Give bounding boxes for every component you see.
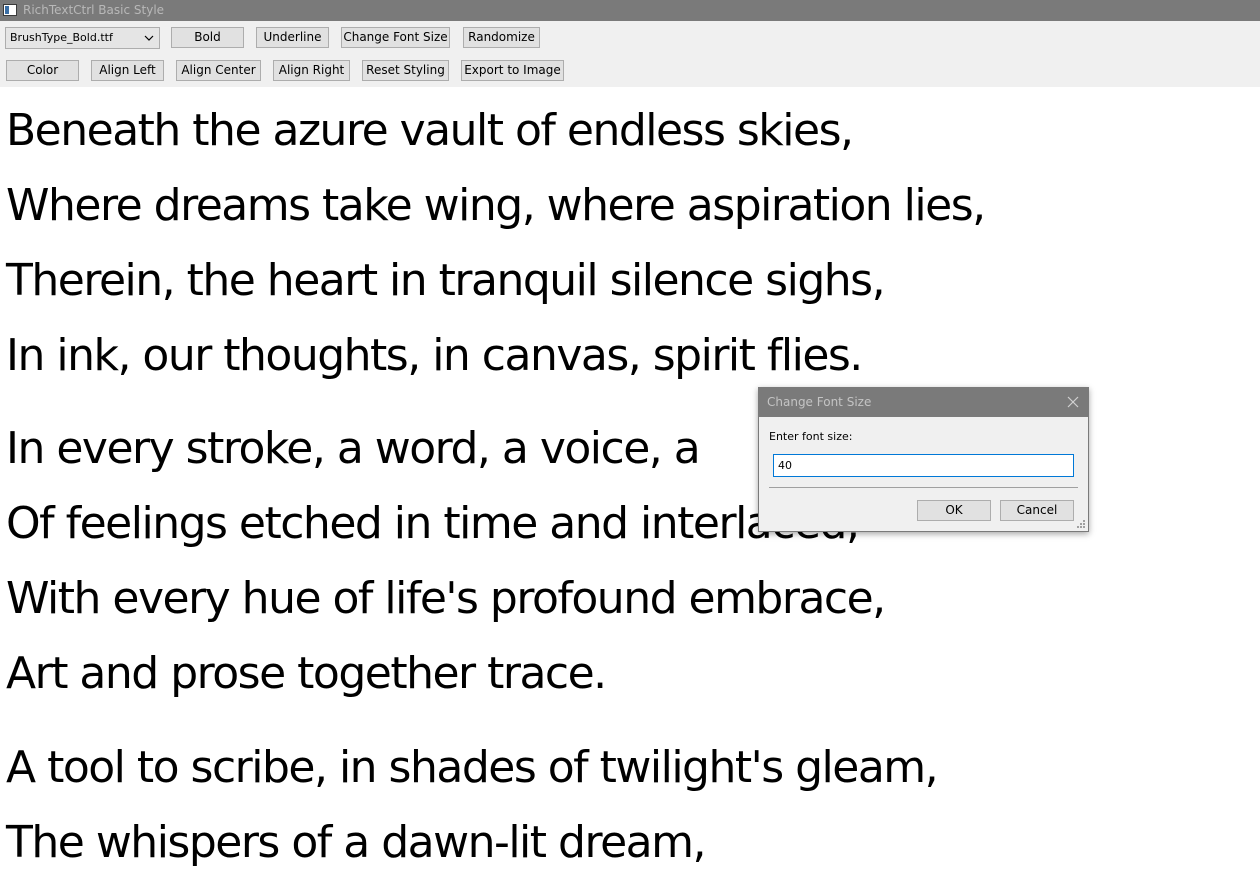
text-line: Beneath the azure vault of endless skies… — [6, 105, 854, 156]
font-select[interactable]: BrushType_Bold.ttf — [5, 27, 160, 49]
text-line: With every hue of life's profound embrac… — [6, 573, 886, 624]
text-line: Of feelings etched in time and interlace… — [6, 498, 860, 549]
chevron-down-icon — [144, 35, 154, 41]
text-line: The whispers of a dawn-lit dream, — [6, 817, 706, 868]
text-line: Where dreams take wing, where aspiration… — [6, 180, 986, 231]
font-size-prompt: Enter font size: — [769, 430, 853, 443]
text-line: Art and prose together trace. — [6, 648, 607, 699]
underline-button[interactable]: Underline — [256, 27, 329, 48]
text-line: A tool to scribe, in shades of twilight'… — [6, 742, 939, 793]
export-to-image-button[interactable]: Export to Image — [461, 60, 564, 81]
dialog-title-bar[interactable]: Change Font Size — [759, 388, 1088, 417]
color-button[interactable]: Color — [6, 60, 79, 81]
font-select-value: BrushType_Bold.ttf — [10, 31, 113, 44]
ok-button[interactable]: OK — [917, 500, 991, 521]
randomize-button[interactable]: Randomize — [463, 27, 540, 48]
align-right-button[interactable]: Align Right — [273, 60, 350, 81]
bold-button[interactable]: Bold — [171, 27, 244, 48]
cancel-button[interactable]: Cancel — [1000, 500, 1074, 521]
close-icon[interactable] — [1066, 395, 1080, 409]
dialog-divider — [769, 487, 1078, 488]
app-window: RichTextCtrl Basic Style BrushType_Bold.… — [0, 0, 1260, 879]
app-icon — [3, 4, 17, 16]
toolbar: BrushType_Bold.ttf Bold Underline Change… — [0, 21, 1260, 87]
resize-grip-icon[interactable] — [1076, 519, 1086, 529]
title-bar[interactable]: RichTextCtrl Basic Style — [0, 0, 1260, 21]
dialog-title: Change Font Size — [767, 395, 872, 409]
change-font-size-button[interactable]: Change Font Size — [341, 27, 450, 48]
window-title: RichTextCtrl Basic Style — [23, 3, 165, 17]
text-line: Therein, the heart in tranquil silence s… — [6, 255, 886, 306]
align-left-button[interactable]: Align Left — [91, 60, 164, 81]
change-font-size-dialog: Change Font Size Enter font size: 40 OK … — [758, 387, 1089, 532]
font-size-input[interactable]: 40 — [773, 454, 1074, 477]
text-line: In every stroke, a word, a voice, a — [6, 423, 701, 474]
text-line: In ink, our thoughts, in canvas, spirit … — [6, 330, 863, 381]
reset-styling-button[interactable]: Reset Styling — [362, 60, 449, 81]
align-center-button[interactable]: Align Center — [176, 60, 261, 81]
